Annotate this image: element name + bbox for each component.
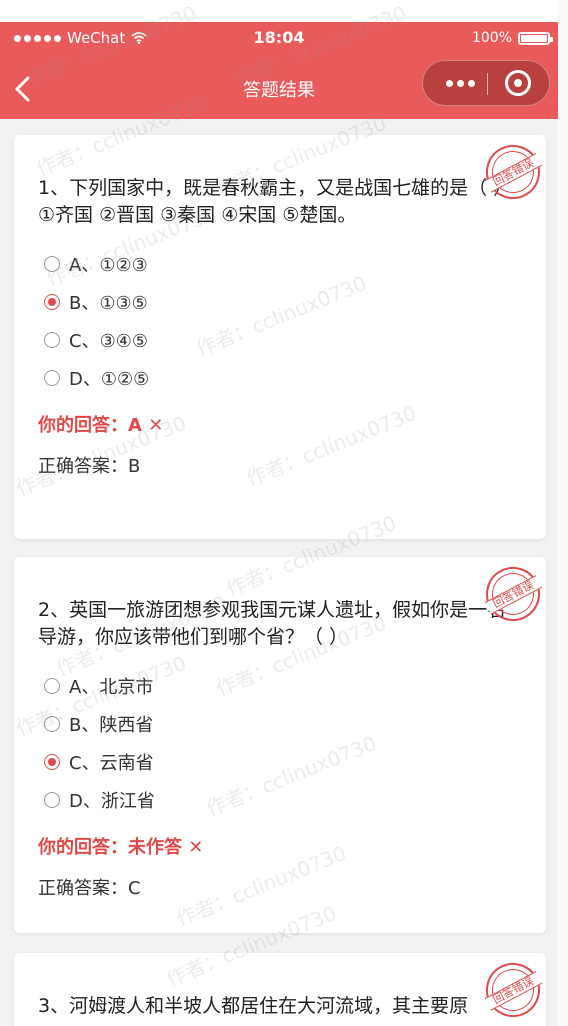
radio-icon[interactable] bbox=[44, 678, 60, 694]
radio-icon[interactable] bbox=[44, 716, 60, 732]
question-text: 3、河姆渡人和半坡人都居住在大河流域，其主要原 bbox=[38, 995, 469, 1017]
battery-label: 100% bbox=[471, 30, 512, 46]
option-d[interactable]: D、浙江省 bbox=[44, 781, 546, 819]
correct-answer: 正确答案：C bbox=[38, 878, 141, 899]
nav-bar: 答题结果 bbox=[0, 56, 558, 119]
results-list[interactable]: 回答错误 1、下列国家中，既是春秋霸主，又是战国七雄的是（ ） ①齐国 ②晋国 … bbox=[0, 119, 558, 1026]
option-b[interactable]: B、陕西省 bbox=[44, 705, 546, 743]
question-text: 2、英国一旅游团想参观我国元谋人遗址，假如你是一名导游，你应该带他们到哪个省？（… bbox=[38, 599, 507, 648]
mini-program-capsule bbox=[422, 60, 550, 106]
question-text: 1、下列国家中，既是春秋霸主，又是战国七雄的是（ ） ①齐国 ②晋国 ③秦国 ④… bbox=[38, 177, 513, 226]
radio-icon[interactable] bbox=[44, 256, 60, 272]
option-c[interactable]: C、③④⑤ bbox=[44, 321, 546, 359]
your-answer: 你的回答：未作答 ✕ bbox=[38, 837, 204, 858]
options-list: A、①②③ B、①③⑤ C、③④⑤ D、①②⑤ bbox=[14, 245, 546, 397]
top-strip bbox=[0, 0, 568, 22]
status-bar: WeChat 18:04 100% bbox=[0, 22, 558, 56]
battery-status: 100% bbox=[471, 30, 553, 46]
more-menu-icon[interactable] bbox=[435, 61, 485, 105]
question-card-3: 回答错误 3、河姆渡人和半坡人都居住在大河流域，其主要原 bbox=[14, 953, 550, 1026]
question-card-2: 回答错误 2、英国一旅游团想参观我国元谋人遗址，假如你是一名导游，你应该带他们到… bbox=[14, 557, 550, 933]
option-a[interactable]: A、北京市 bbox=[44, 667, 546, 705]
correct-answer: 正确答案：B bbox=[38, 456, 141, 477]
scrollbar[interactable] bbox=[558, 0, 568, 1026]
header-bar: WeChat 18:04 100% 答题结果 bbox=[0, 22, 558, 119]
radio-checked-icon[interactable] bbox=[44, 294, 60, 310]
question-card-1: 回答错误 1、下列国家中，既是春秋霸主，又是战国七雄的是（ ） ①齐国 ②晋国 … bbox=[14, 135, 550, 539]
option-d[interactable]: D、①②⑤ bbox=[44, 359, 546, 397]
close-target-icon[interactable] bbox=[505, 70, 531, 96]
radio-icon[interactable] bbox=[44, 370, 60, 386]
battery-icon bbox=[518, 31, 553, 45]
capsule-divider bbox=[487, 73, 488, 95]
your-answer: 你的回答：A ✕ bbox=[38, 415, 164, 436]
radio-icon[interactable] bbox=[44, 792, 60, 808]
option-b[interactable]: B、①③⑤ bbox=[44, 283, 546, 321]
radio-checked-icon[interactable] bbox=[44, 754, 60, 770]
radio-icon[interactable] bbox=[44, 332, 60, 348]
option-a[interactable]: A、①②③ bbox=[44, 245, 546, 283]
options-list: A、北京市 B、陕西省 C、云南省 D、浙江省 bbox=[14, 667, 546, 819]
option-c[interactable]: C、云南省 bbox=[44, 743, 546, 781]
